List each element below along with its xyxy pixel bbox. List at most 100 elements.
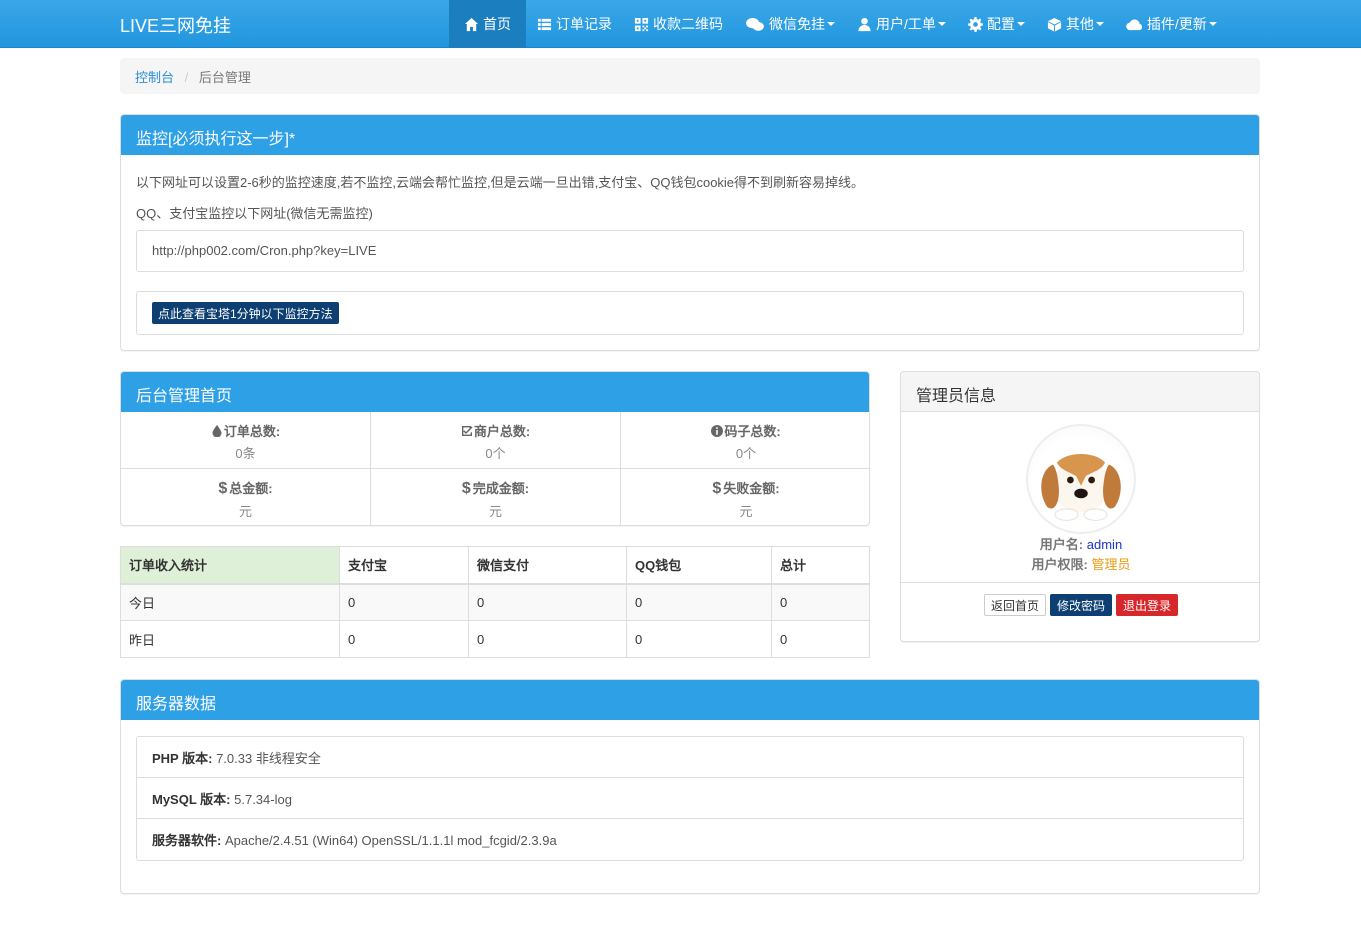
stat-complete-amount-value: 元 [488, 504, 502, 519]
check-square-icon [461, 426, 473, 436]
chevron-down-icon [1016, 22, 1025, 26]
list-item: MySQL 版本: 5.7.34-log [137, 778, 1243, 819]
stat-total-amount-label: 总金额: [229, 481, 273, 496]
list-item: 服务器软件: Apache/2.4.51 (Win64) OpenSSL/1.1… [137, 819, 1243, 860]
stat-failed-amount-label: 失败金额: [723, 481, 780, 496]
table-header: 微信支付 [468, 546, 627, 585]
admin-info-panel: 管理员信息 用户名: admin 用户权限: 管理员 返回首页 修改密码 退出登… [900, 371, 1260, 642]
nav-config-label: 配置 [986, 16, 1015, 32]
username-value: admin [1086, 537, 1123, 552]
table-cell: 0 [468, 620, 627, 658]
table-cell: 0 [771, 583, 870, 621]
tint-icon [212, 425, 222, 438]
home-icon [464, 17, 479, 31]
change-password-button[interactable]: 修改密码 [1049, 594, 1112, 616]
user-icon [858, 17, 871, 31]
stat-order-total-label: 订单总数: [223, 424, 281, 439]
stat-complete-amount: $ 完成金额: 元 [371, 469, 621, 525]
stat-merchant-total-label: 商户总数: [473, 424, 531, 439]
nav-other[interactable]: 其他 [1036, 0, 1115, 48]
stat-failed-amount-value: 元 [739, 504, 753, 519]
nav-qrcode[interactable]: 收款二维码 [623, 0, 734, 48]
chevron-down-icon [937, 22, 946, 26]
dollar-icon: $ [712, 480, 722, 497]
dollar-icon: $ [218, 480, 228, 497]
stat-code-total: 码子总数: 0个 [621, 412, 869, 469]
puppy-avatar-image [1041, 453, 1121, 521]
monitor-url[interactable]: http://php002.com/Cron.php?key=LIVE [136, 230, 1244, 272]
logout-button[interactable]: 退出登录 [1116, 594, 1179, 616]
nav-other-label: 其他 [1065, 16, 1094, 32]
nav-plugins[interactable]: 插件/更新 [1115, 0, 1228, 48]
admin-role-line: 用户权限: 管理员 [901, 554, 1259, 573]
server-software-value: Apache/2.4.51 (Win64) OpenSSL/1.1.1l mod… [224, 833, 557, 848]
stat-total-amount-value: 元 [238, 504, 252, 519]
stat-code-total-value: 0个 [735, 446, 757, 461]
income-table: 订单收入统计 支付宝 微信支付 QQ钱包 总计 今日 0 0 0 0 昨日 0 … [120, 546, 870, 658]
nav-home-label: 首页 [483, 16, 511, 32]
server-panel: 服务器数据 PHP 版本: 7.0.33 非线程安全 MySQL 版本: 5.7… [120, 679, 1260, 894]
table-header: 支付宝 [339, 546, 469, 585]
server-info-list: PHP 版本: 7.0.33 非线程安全 MySQL 版本: 5.7.34-lo… [136, 736, 1244, 861]
breadcrumb: 控制台 / 后台管理 [120, 58, 1260, 94]
nav-wechat[interactable]: 微信免挂 [734, 0, 846, 48]
table-cell: 0 [626, 620, 772, 658]
monitor-button-box: 点此查看宝塔1分钟以下监控方法 [136, 291, 1244, 335]
admin-actions: 返回首页 修改密码 退出登录 [901, 594, 1259, 616]
wechat-icon [746, 17, 764, 31]
stat-merchant-total: 商户总数: 0个 [371, 412, 621, 469]
stat-failed-amount: $ 失败金额: 元 [621, 469, 869, 525]
monitor-subtitle: QQ、支付宝监控以下网址(微信无需监控) [136, 206, 373, 221]
nav-orders-label: 订单记录 [556, 16, 612, 32]
stat-total-amount: $ 总金额: 元 [121, 469, 371, 525]
breadcrumb-home-link[interactable]: 控制台 [135, 70, 174, 85]
table-cell: 0 [468, 583, 627, 621]
nav-config[interactable]: 配置 [957, 0, 1036, 48]
table-cell: 0 [771, 620, 870, 658]
table-header: QQ钱包 [626, 546, 772, 585]
table-cell: 今日 [120, 583, 340, 621]
admin-info-title: 管理员信息 [901, 372, 1259, 412]
monitor-description: 以下网址可以设置2-6秒的监控速度,若不监控,云端会帮忙监控,但是云端一旦出错,… [136, 175, 865, 190]
dollar-icon: $ [461, 480, 471, 497]
role-label: 用户权限: [1031, 557, 1088, 572]
php-version-value: 7.0.33 非线程安全 [216, 751, 321, 766]
chevron-down-icon [827, 22, 835, 26]
table-cell: 0 [626, 583, 772, 621]
table-cell: 0 [339, 620, 469, 658]
stat-code-total-label: 码子总数: [724, 424, 781, 439]
main-nav: 首页 订单记录 收款二维码 微信免挂 用户/工单 配置 其他 插件/更新 [449, 0, 1228, 48]
nav-plugins-label: 插件/更新 [1146, 16, 1207, 32]
nav-home[interactable]: 首页 [449, 0, 526, 48]
qrcode-icon [634, 17, 649, 31]
stat-merchant-total-value: 0个 [485, 446, 506, 461]
admin-home-title: 后台管理首页 [121, 372, 869, 412]
breadcrumb-current: 后台管理 [198, 70, 251, 85]
mysql-version-value: 5.7.34-log [234, 792, 292, 807]
role-value: 管理员 [1091, 557, 1131, 572]
chevron-down-icon [1208, 22, 1217, 26]
admin-username-line: 用户名: admin [901, 534, 1259, 553]
brand-logo[interactable]: LIVE三网免挂 [120, 12, 231, 38]
cloud-icon [1126, 18, 1142, 30]
mysql-version-label: MySQL 版本: [152, 792, 231, 807]
chevron-down-icon [1095, 22, 1104, 26]
info-circle-icon [711, 425, 724, 437]
stat-complete-amount-label: 完成金额: [472, 481, 530, 496]
table-row: 今日 0 0 0 0 [120, 583, 870, 621]
admin-home-panel: 后台管理首页 订单总数: 0条 商户总数: 0个 码子总数: 0个 $ 总金额: … [120, 371, 870, 526]
top-navbar: LIVE三网免挂 首页 订单记录 收款二维码 微信免挂 用户/工单 配置 其他 [0, 0, 1361, 48]
back-home-button[interactable]: 返回首页 [983, 594, 1046, 616]
table-header: 总计 [771, 546, 870, 585]
divider [901, 582, 1259, 583]
monitor-panel: 监控[必须执行这一步]* 以下网址可以设置2-6秒的监控速度,若不监控,云端会帮… [120, 114, 1260, 351]
server-panel-title: 服务器数据 [121, 680, 1259, 720]
username-label: 用户名: [1039, 537, 1084, 552]
list-item: PHP 版本: 7.0.33 非线程安全 [137, 737, 1243, 778]
nav-orders[interactable]: 订单记录 [526, 0, 623, 48]
monitor-method-button[interactable]: 点此查看宝塔1分钟以下监控方法 [152, 302, 339, 324]
nav-qrcode-label: 收款二维码 [653, 16, 723, 32]
nav-users[interactable]: 用户/工单 [846, 0, 957, 48]
avatar [1026, 424, 1136, 534]
php-version-label: PHP 版本: [152, 751, 213, 766]
